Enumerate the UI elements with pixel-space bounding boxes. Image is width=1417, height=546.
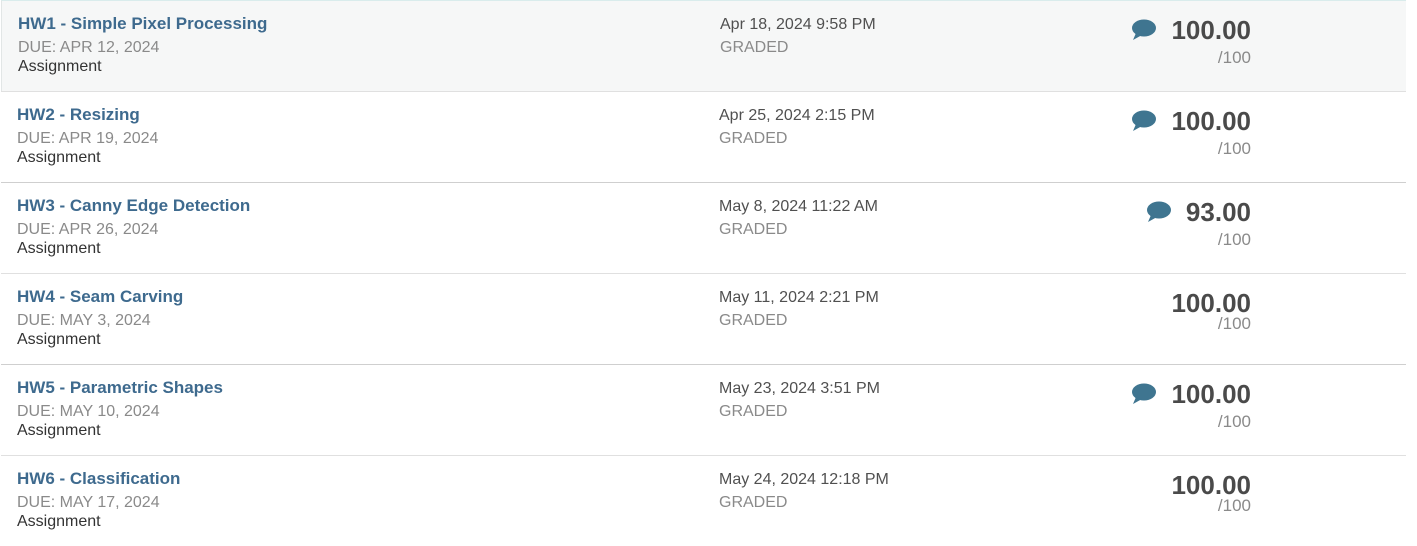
score-group: 100.00 xyxy=(1131,379,1251,409)
score-out-of: /100 xyxy=(1217,496,1251,515)
due-date: DUE: APR 12, 2024 xyxy=(18,39,160,56)
assignment-title-link[interactable]: HW4 - Seam Carving xyxy=(17,287,183,307)
comment-bubble-icon[interactable] xyxy=(1131,110,1157,132)
submitted-date: Apr 18, 2024 9:58 PM xyxy=(720,16,876,33)
score-value: 100.00 xyxy=(1171,106,1251,136)
assignment-title-link[interactable]: HW5 - Parametric Shapes xyxy=(17,378,223,398)
score-value: 93.00 xyxy=(1185,197,1251,227)
score-out-of: /100 xyxy=(1217,230,1251,249)
grade-row-hw3[interactable]: HW3 - Canny Edge Detection DUE: APR 26, … xyxy=(1,182,1406,273)
due-date: DUE: MAY 17, 2024 xyxy=(17,494,160,511)
due-date: DUE: MAY 10, 2024 xyxy=(17,403,160,420)
grade-row-hw2[interactable]: HW2 - Resizing DUE: APR 19, 2024 Assignm… xyxy=(1,91,1406,182)
submitted-date: May 23, 2024 3:51 PM xyxy=(719,380,880,397)
submitted-date: May 24, 2024 12:18 PM xyxy=(719,471,889,488)
grade-status: GRADED xyxy=(719,312,788,329)
grades-list: HW1 - Simple Pixel Processing DUE: APR 1… xyxy=(0,0,1417,546)
item-type: Assignment xyxy=(18,58,102,75)
score-out-of: /100 xyxy=(1217,412,1251,431)
grade-status: GRADED xyxy=(720,39,789,56)
grade-row-hw5[interactable]: HW5 - Parametric Shapes DUE: MAY 10, 202… xyxy=(1,364,1406,455)
grade-row-hw1[interactable]: HW1 - Simple Pixel Processing DUE: APR 1… xyxy=(1,0,1406,91)
score-group: 100.00 xyxy=(1131,106,1251,136)
grade-status: GRADED xyxy=(719,403,788,420)
comment-bubble-icon[interactable] xyxy=(1131,19,1157,41)
grade-status: GRADED xyxy=(719,130,788,147)
due-date: DUE: APR 19, 2024 xyxy=(17,130,159,147)
assignment-title-link[interactable]: HW3 - Canny Edge Detection xyxy=(17,196,250,216)
submitted-date: May 11, 2024 2:21 PM xyxy=(719,289,879,306)
item-type: Assignment xyxy=(17,422,101,439)
score-out-of: /100 xyxy=(1217,48,1251,67)
grade-status: GRADED xyxy=(719,221,788,238)
item-type: Assignment xyxy=(17,240,101,257)
due-date: DUE: APR 26, 2024 xyxy=(17,221,159,238)
grade-status: GRADED xyxy=(719,494,788,511)
assignment-title-link[interactable]: HW2 - Resizing xyxy=(17,105,140,125)
grade-row-hw6[interactable]: HW6 - Classification DUE: MAY 17, 2024 A… xyxy=(1,455,1406,546)
score-group: 100.00 xyxy=(1131,15,1251,45)
grade-row-hw4[interactable]: HW4 - Seam Carving DUE: MAY 3, 2024 Assi… xyxy=(1,273,1406,364)
score-out-of: /100 xyxy=(1217,139,1251,158)
item-type: Assignment xyxy=(17,149,101,166)
assignment-title-link[interactable]: HW6 - Classification xyxy=(17,469,180,489)
assignment-title-link[interactable]: HW1 - Simple Pixel Processing xyxy=(18,14,267,34)
score-value: 100.00 xyxy=(1171,379,1251,409)
submitted-date: May 8, 2024 11:22 AM xyxy=(719,198,878,215)
comment-bubble-icon[interactable] xyxy=(1131,383,1157,405)
submitted-date: Apr 25, 2024 2:15 PM xyxy=(719,107,875,124)
score-group: 93.00 xyxy=(1146,197,1251,227)
item-type: Assignment xyxy=(17,331,101,348)
item-type: Assignment xyxy=(17,513,101,530)
score-out-of: /100 xyxy=(1217,314,1251,333)
comment-bubble-icon[interactable] xyxy=(1146,201,1172,223)
due-date: DUE: MAY 3, 2024 xyxy=(17,312,151,329)
score-value: 100.00 xyxy=(1171,15,1251,45)
